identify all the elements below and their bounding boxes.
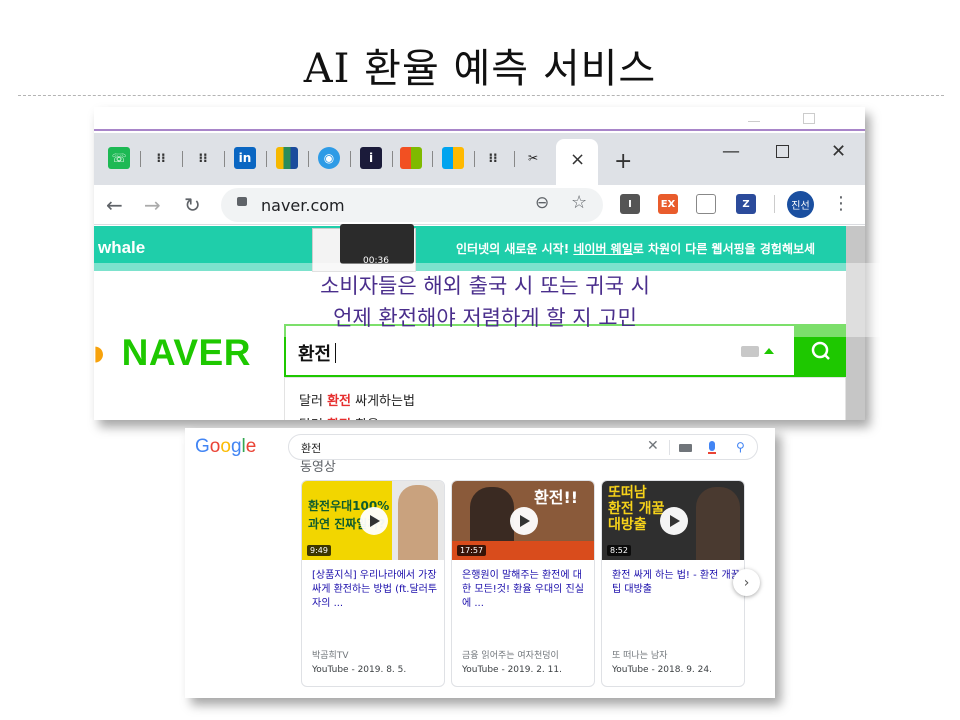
video-title[interactable]: 환전 싸게 하는 법! - 환전 개꿀팁 대방출 <box>612 569 740 597</box>
tab-tstory-icon[interactable]: ⁝⁝ <box>192 147 214 169</box>
video-duration: 8:52 <box>607 545 631 556</box>
ghost-maximize-icon <box>803 113 815 124</box>
new-tab-button[interactable]: + <box>614 149 632 174</box>
tab-divider <box>308 151 309 167</box>
tab-info-icon[interactable]: i <box>360 147 382 169</box>
tab-divider <box>474 151 475 167</box>
extension-i-icon[interactable]: I <box>620 194 640 214</box>
tab-microsoft-icon[interactable] <box>442 147 464 169</box>
tab-globe-icon[interactable]: ◉ <box>318 147 340 169</box>
whale-link[interactable]: 네이버 웨일 <box>573 242 632 256</box>
video-card[interactable]: 환전우대100% 과연 진짜일까? 9:49 [상품지식] 우리나라에서 가장 … <box>301 480 445 687</box>
google-logo[interactable]: Google <box>195 436 256 458</box>
tab-pin-icon[interactable]: ✂ <box>522 147 544 169</box>
callout-line-2: 언제 환전해야 저렴하게 할 지 고민 <box>333 306 637 330</box>
search-divider <box>669 440 670 455</box>
tab-divider <box>392 151 393 167</box>
video-thumbnail: 환전!! 17:57 <box>452 481 594 560</box>
tab-whatsapp-icon[interactable]: ☏ <box>108 147 130 169</box>
video-title[interactable]: [상품지식] 우리나라에서 가장 싸게 환전하는 방법 (ft.달러투자의 ..… <box>312 569 440 611</box>
clear-icon[interactable]: ✕ <box>647 438 659 454</box>
video-card[interactable]: 또떠남 환전 개꿀 대방출 8:52 환전 싸게 하는 법! - 환전 개꿀팁 … <box>601 480 745 687</box>
video-duration: 9:49 <box>307 545 331 556</box>
back-icon[interactable]: ← <box>106 193 123 217</box>
tab-colorbar-icon[interactable] <box>276 147 298 169</box>
tab-divider <box>224 151 225 167</box>
tab-divider <box>432 151 433 167</box>
play-icon[interactable] <box>660 507 688 535</box>
mic-icon[interactable] <box>709 441 715 451</box>
tab-strip: ☏ ⁝⁝ ⁝⁝ in ◉ i ⁝⁝ ✂ × + — ✕ <box>94 133 865 185</box>
reload-icon[interactable]: ↻ <box>184 193 201 217</box>
keyboard-icon[interactable] <box>741 346 759 357</box>
naver-logo[interactable]: ◗ NAVER <box>94 332 251 374</box>
autocomplete-toggle-icon[interactable] <box>764 348 774 354</box>
bookmark-star-icon[interactable]: ☆ <box>571 192 587 213</box>
thumbnail-caption: 또떠남 환전 개꿀 대방출 <box>608 485 665 533</box>
autocomplete-list: 달러 환전 싸게하는법 달러 환전 환율 <box>284 377 846 420</box>
google-search-input[interactable]: 환전 <box>301 440 321 456</box>
search-icon[interactable]: ⚲ <box>736 440 745 454</box>
thumbnail-caption: 환전!! <box>534 488 579 507</box>
whale-logo: whale <box>98 238 146 257</box>
tab-divider <box>140 151 141 167</box>
lock-icon <box>237 197 247 206</box>
callout-line-1: 소비자들은 해외 출국 시 또는 귀국 시 <box>320 274 650 298</box>
tab-divider <box>514 151 515 167</box>
carousel-next-button[interactable]: › <box>733 569 760 596</box>
window-titlebar <box>94 107 865 131</box>
video-duration: 17:57 <box>457 545 487 556</box>
profile-avatar[interactable]: 진선 <box>787 191 814 218</box>
close-window-icon[interactable]: ✕ <box>831 141 846 162</box>
whale-banner-message: 인터넷의 새로운 시작! 네이버 웨일로 차원이 다른 웹서핑을 경험해보세 <box>456 242 816 256</box>
tab-divider <box>350 151 351 167</box>
tab-tstory-icon[interactable]: ⁝⁝ <box>150 147 172 169</box>
video-channel: 금융 읽어주는 여자천덩이 <box>462 651 559 661</box>
naver-search-input[interactable]: 환전 <box>298 340 337 366</box>
slide-title: AI 환율 예측 서비스 <box>303 46 657 92</box>
video-meta: YouTube - 2018. 9. 24. <box>612 665 712 675</box>
section-heading: 동영상 <box>300 460 336 475</box>
autocomplete-item[interactable]: 달러 환전 환율 <box>299 414 379 420</box>
extension-ex-icon[interactable]: EX <box>658 194 678 214</box>
mic-base <box>708 452 716 454</box>
extension-z-icon[interactable]: Z <box>736 194 756 214</box>
close-tab-icon[interactable]: × <box>570 149 585 170</box>
tab-tstory-icon[interactable]: ⁝⁝ <box>482 147 504 169</box>
toolbar-divider <box>774 195 775 213</box>
tab-microsoft-icon[interactable] <box>400 147 422 169</box>
tab-divider <box>182 151 183 167</box>
tab-divider <box>266 151 267 167</box>
address-bar[interactable]: naver.com ⊖ ☆ <box>221 188 603 222</box>
browser-toolbar: ← → ↻ naver.com ⊖ ☆ I EX Z 진선 ⋮ <box>94 185 865 225</box>
keyboard-icon[interactable] <box>679 444 692 452</box>
ghost-minimize-icon <box>748 121 760 122</box>
video-meta: YouTube - 2019. 2. 11. <box>462 665 562 675</box>
video-card[interactable]: 환전!! 17:57 은행원이 말해주는 환전에 대한 모든!것! 환율 우대의… <box>451 480 595 687</box>
video-title[interactable]: 은행원이 말해주는 환전에 대한 모든!것! 환율 우대의 진실에 ... <box>462 569 590 611</box>
extension-cast-icon[interactable] <box>696 194 716 214</box>
video-thumbnail: 환전우대100% 과연 진짜일까? 9:49 <box>302 481 444 560</box>
minimize-icon[interactable]: — <box>722 141 740 162</box>
title-divider <box>18 95 944 96</box>
forward-icon[interactable]: → <box>144 193 161 217</box>
video-channel: 박곰희TV <box>312 651 349 661</box>
google-screenshot: Google 환전 ✕ ⚲ 동영상 환전우대100% 과연 진짜일까? 9:49… <box>185 428 775 698</box>
zoom-icon[interactable]: ⊖ <box>535 193 549 213</box>
autocomplete-item[interactable]: 달러 환전 싸게하는법 <box>299 390 415 409</box>
url-text: naver.com <box>261 196 345 215</box>
text-caret <box>335 343 337 363</box>
video-thumbnail: 또떠남 환전 개꿀 대방출 8:52 <box>602 481 744 560</box>
search-icon <box>811 341 830 360</box>
menu-kebab-icon[interactable]: ⋮ <box>832 193 850 214</box>
play-icon[interactable] <box>360 507 388 535</box>
video-meta: YouTube - 2019. 8. 5. <box>312 665 407 675</box>
video-channel: 또 떠나는 남자 <box>612 651 668 661</box>
maximize-icon[interactable] <box>776 145 789 158</box>
tab-linkedin-icon[interactable]: in <box>234 147 256 169</box>
google-search-box[interactable]: 환전 ✕ ⚲ <box>288 434 758 460</box>
play-icon[interactable] <box>510 507 538 535</box>
active-tab[interactable]: × <box>556 139 598 185</box>
